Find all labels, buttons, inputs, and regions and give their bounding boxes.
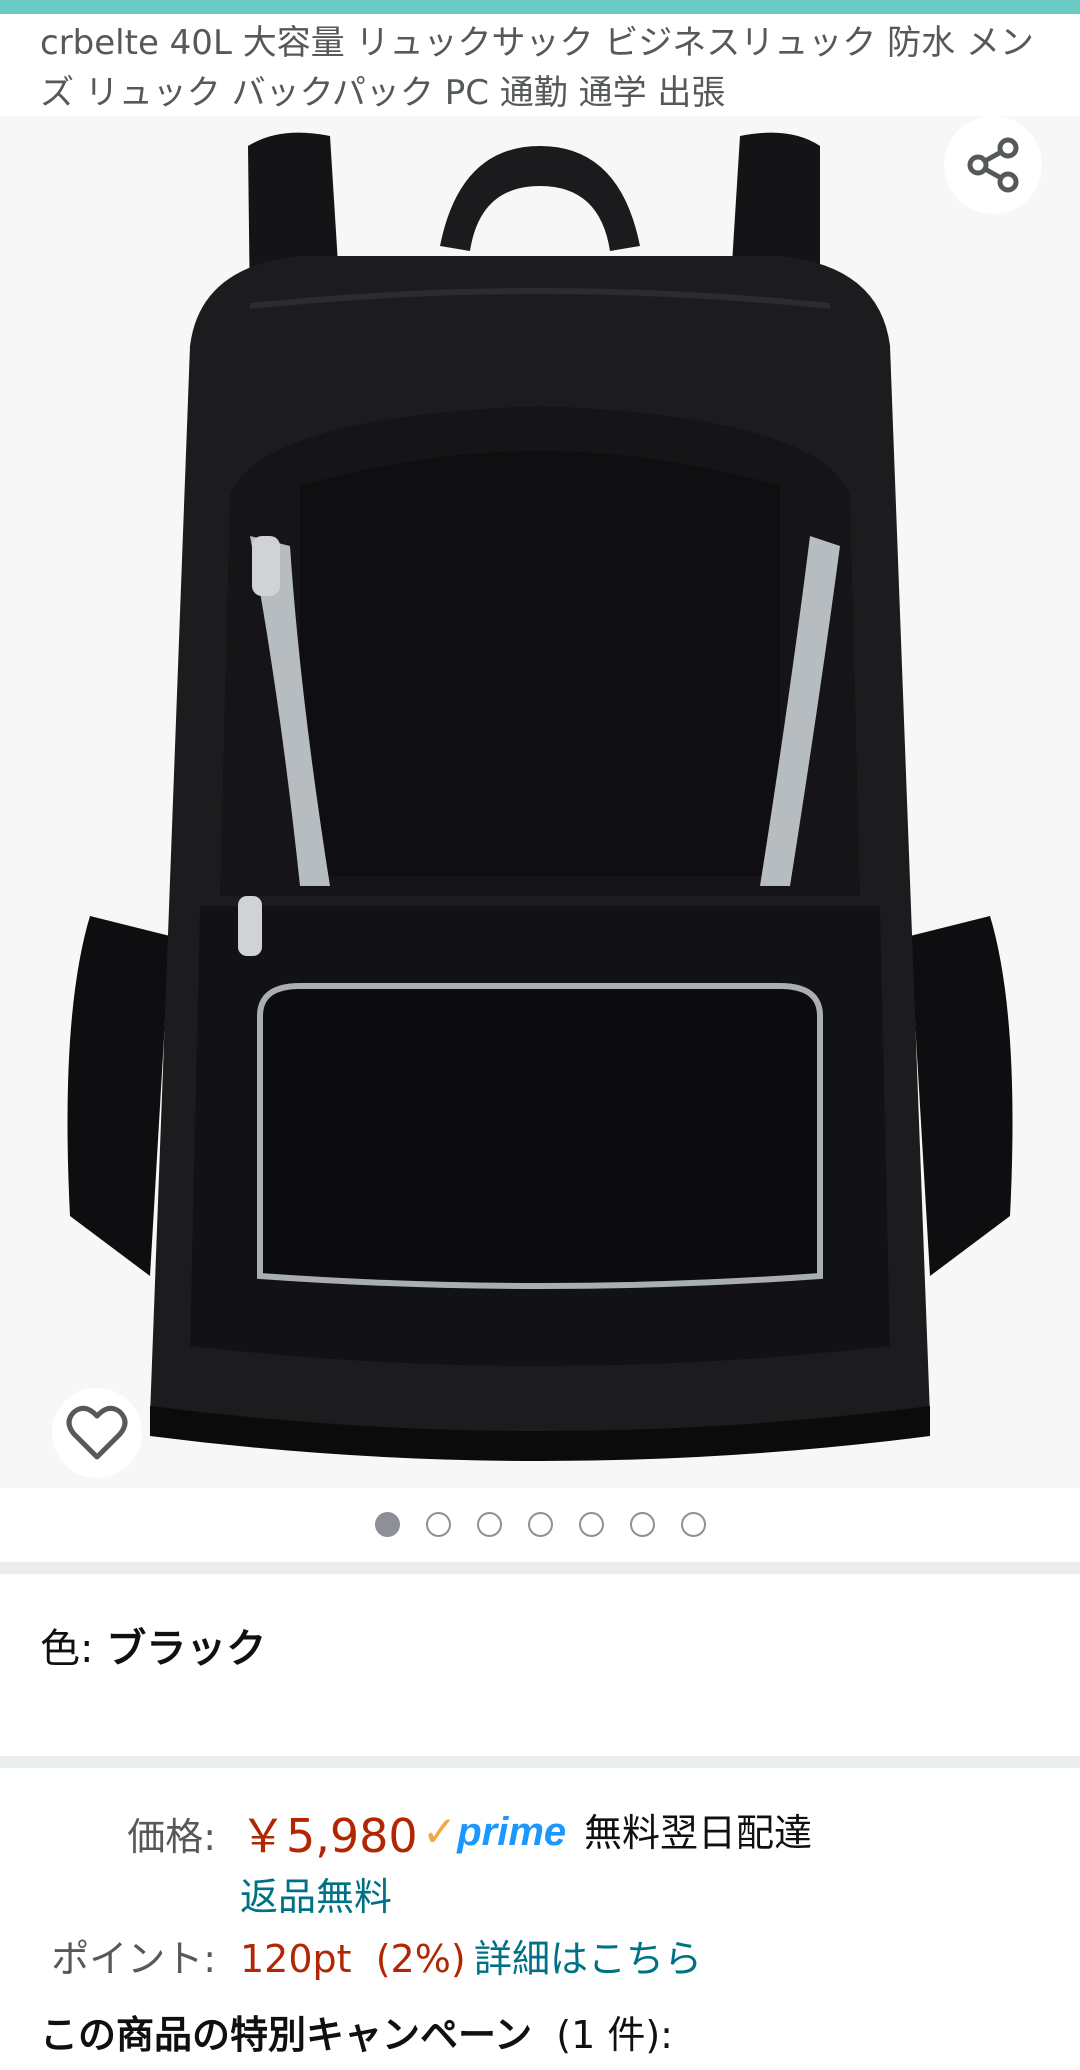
pagination-dot[interactable] bbox=[527, 1512, 553, 1537]
section-divider bbox=[0, 1756, 1080, 1768]
pagination-dot[interactable] bbox=[425, 1512, 451, 1537]
backpack-image bbox=[67, 132, 1013, 1461]
pagination-dot[interactable] bbox=[578, 1512, 604, 1537]
pagination-dot[interactable] bbox=[629, 1512, 655, 1537]
shipping-info: 無料翌日配達 bbox=[584, 1811, 813, 1855]
image-pagination[interactable] bbox=[0, 1512, 1080, 1537]
points-label: ポイント: bbox=[51, 1937, 216, 1981]
campaign-title: この商品の特別キャンペーン bbox=[40, 2013, 533, 2057]
share-icon bbox=[967, 137, 1019, 193]
points-details-link[interactable]: 詳細はこちら bbox=[474, 1934, 702, 1984]
share-button[interactable] bbox=[944, 116, 1042, 214]
top-accent-bar bbox=[0, 0, 1080, 14]
free-returns-link[interactable]: 返品無料 bbox=[240, 1872, 392, 1922]
pagination-dot[interactable] bbox=[680, 1512, 706, 1537]
price-label: 価格: bbox=[127, 1815, 216, 1859]
product-title: crbelte 40L 大容量 リュックサック ビジネスリュック 防水 メンズ … bbox=[40, 23, 1034, 113]
prime-badge: ✓ prime bbox=[422, 1808, 566, 1856]
price-amount: ￥5,980 bbox=[240, 1809, 418, 1863]
wishlist-button[interactable] bbox=[52, 1388, 142, 1478]
heart-icon bbox=[66, 1405, 128, 1460]
prime-check-icon: ✓ bbox=[422, 1807, 458, 1856]
campaign-count: (1 件): bbox=[532, 2013, 673, 2057]
pagination-dot[interactable] bbox=[476, 1512, 502, 1537]
section-divider bbox=[0, 1562, 1080, 1574]
color-label: 色: bbox=[40, 1626, 107, 1672]
color-value: ブラック bbox=[106, 1626, 267, 1672]
product-image-gallery[interactable] bbox=[0, 116, 1080, 1488]
special-campaign-heading[interactable]: この商品の特別キャンペーン (1 件): bbox=[40, 2010, 673, 2060]
points-value: 120pt (2%) bbox=[240, 1937, 466, 1981]
prime-label: prime bbox=[457, 1810, 567, 1854]
color-selector[interactable]: 色: ブラック bbox=[40, 1624, 266, 1674]
pagination-dot[interactable] bbox=[374, 1512, 400, 1537]
